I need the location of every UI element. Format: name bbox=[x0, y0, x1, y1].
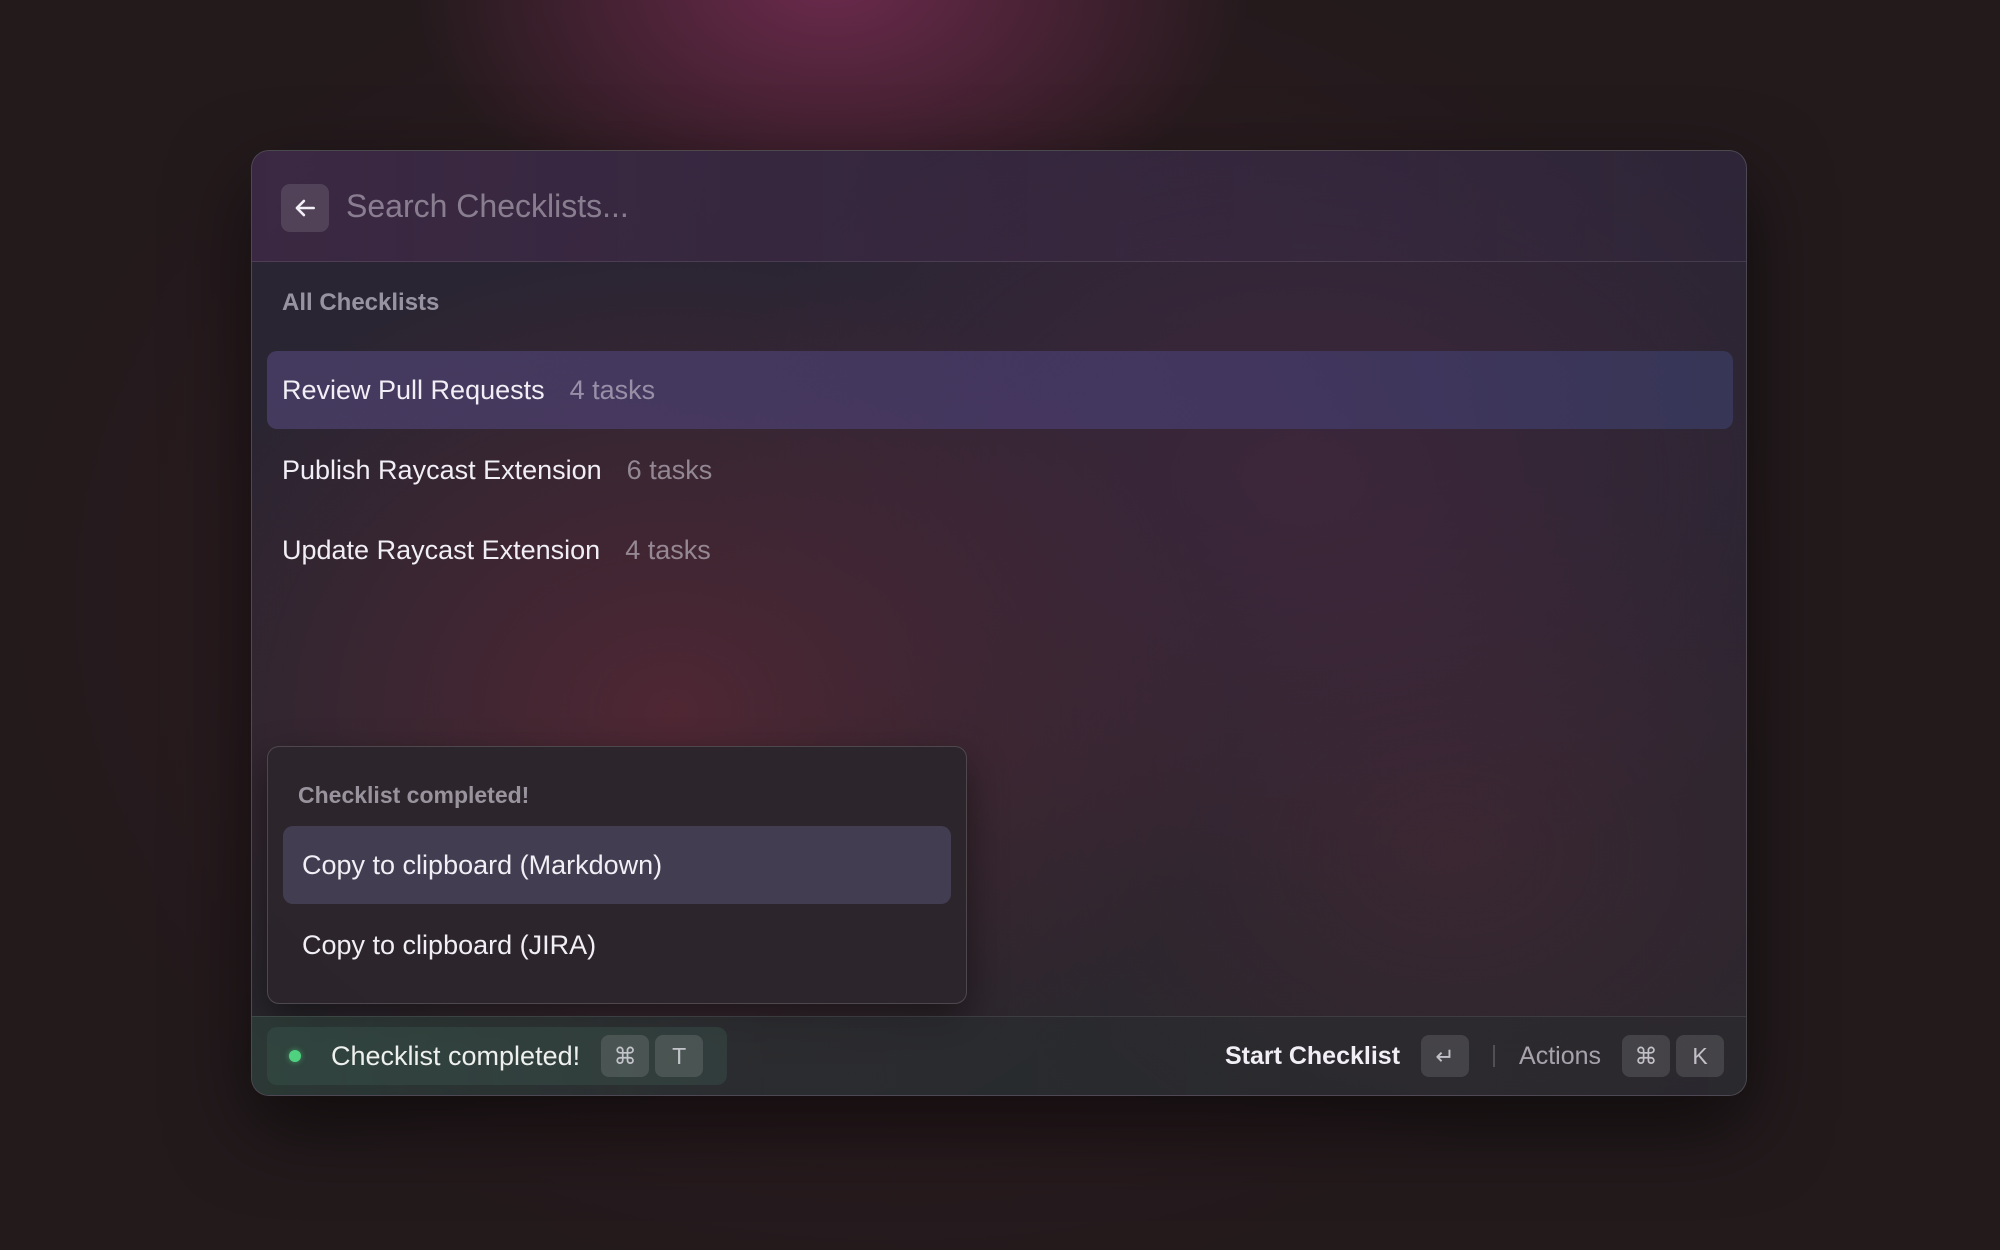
actions-button[interactable]: Actions bbox=[1519, 1042, 1601, 1071]
command-key-icon: ⌘ bbox=[601, 1035, 650, 1077]
action-bar: Checklist completed! ⌘ T Start Checklist… bbox=[252, 1016, 1746, 1095]
list-item-title: Review Pull Requests bbox=[282, 374, 545, 405]
success-dot-icon bbox=[289, 1050, 301, 1062]
list-item-subtitle: 4 tasks bbox=[569, 374, 656, 405]
return-key-icon: ↵ bbox=[1421, 1035, 1470, 1077]
toast-text: Checklist completed! bbox=[331, 1040, 581, 1071]
list-item[interactable]: Publish Raycast Extension 6 tasks bbox=[267, 431, 1733, 509]
command-key-icon: ⌘ bbox=[1622, 1035, 1670, 1077]
actions-popover: Checklist completed! Copy to clipboard (… bbox=[267, 746, 967, 1004]
search-bar bbox=[252, 151, 1746, 262]
toast[interactable]: Checklist completed! ⌘ T bbox=[267, 1027, 727, 1085]
raycast-window: All Checklists Review Pull Requests 4 ta… bbox=[251, 150, 1747, 1096]
list-item-title: Update Raycast Extension bbox=[282, 534, 601, 565]
list-item[interactable]: Update Raycast Extension 4 tasks bbox=[267, 511, 1733, 589]
section-header: All Checklists bbox=[282, 289, 440, 316]
shortcut-key: T bbox=[655, 1035, 704, 1077]
start-checklist-button[interactable]: Start Checklist bbox=[1225, 1042, 1400, 1071]
back-button[interactable] bbox=[281, 184, 329, 232]
shortcut-key: K bbox=[1676, 1035, 1724, 1077]
footer-actions: Start Checklist ↵ Actions ⌘ K bbox=[1225, 1027, 1724, 1085]
copy-jira-item[interactable]: Copy to clipboard (JIRA) bbox=[283, 906, 951, 984]
footer-divider bbox=[1493, 1045, 1496, 1067]
list-item-subtitle: 4 tasks bbox=[625, 534, 711, 565]
list-item-subtitle: 6 tasks bbox=[626, 454, 713, 485]
copy-markdown-item[interactable]: Copy to clipboard (Markdown) bbox=[283, 826, 951, 904]
arrow-left-icon bbox=[295, 199, 315, 217]
popover-title: Checklist completed! bbox=[298, 782, 530, 808]
list-item-title: Publish Raycast Extension bbox=[282, 454, 602, 485]
list-item[interactable]: Review Pull Requests 4 tasks bbox=[267, 351, 1733, 429]
search-input[interactable] bbox=[346, 179, 1646, 233]
